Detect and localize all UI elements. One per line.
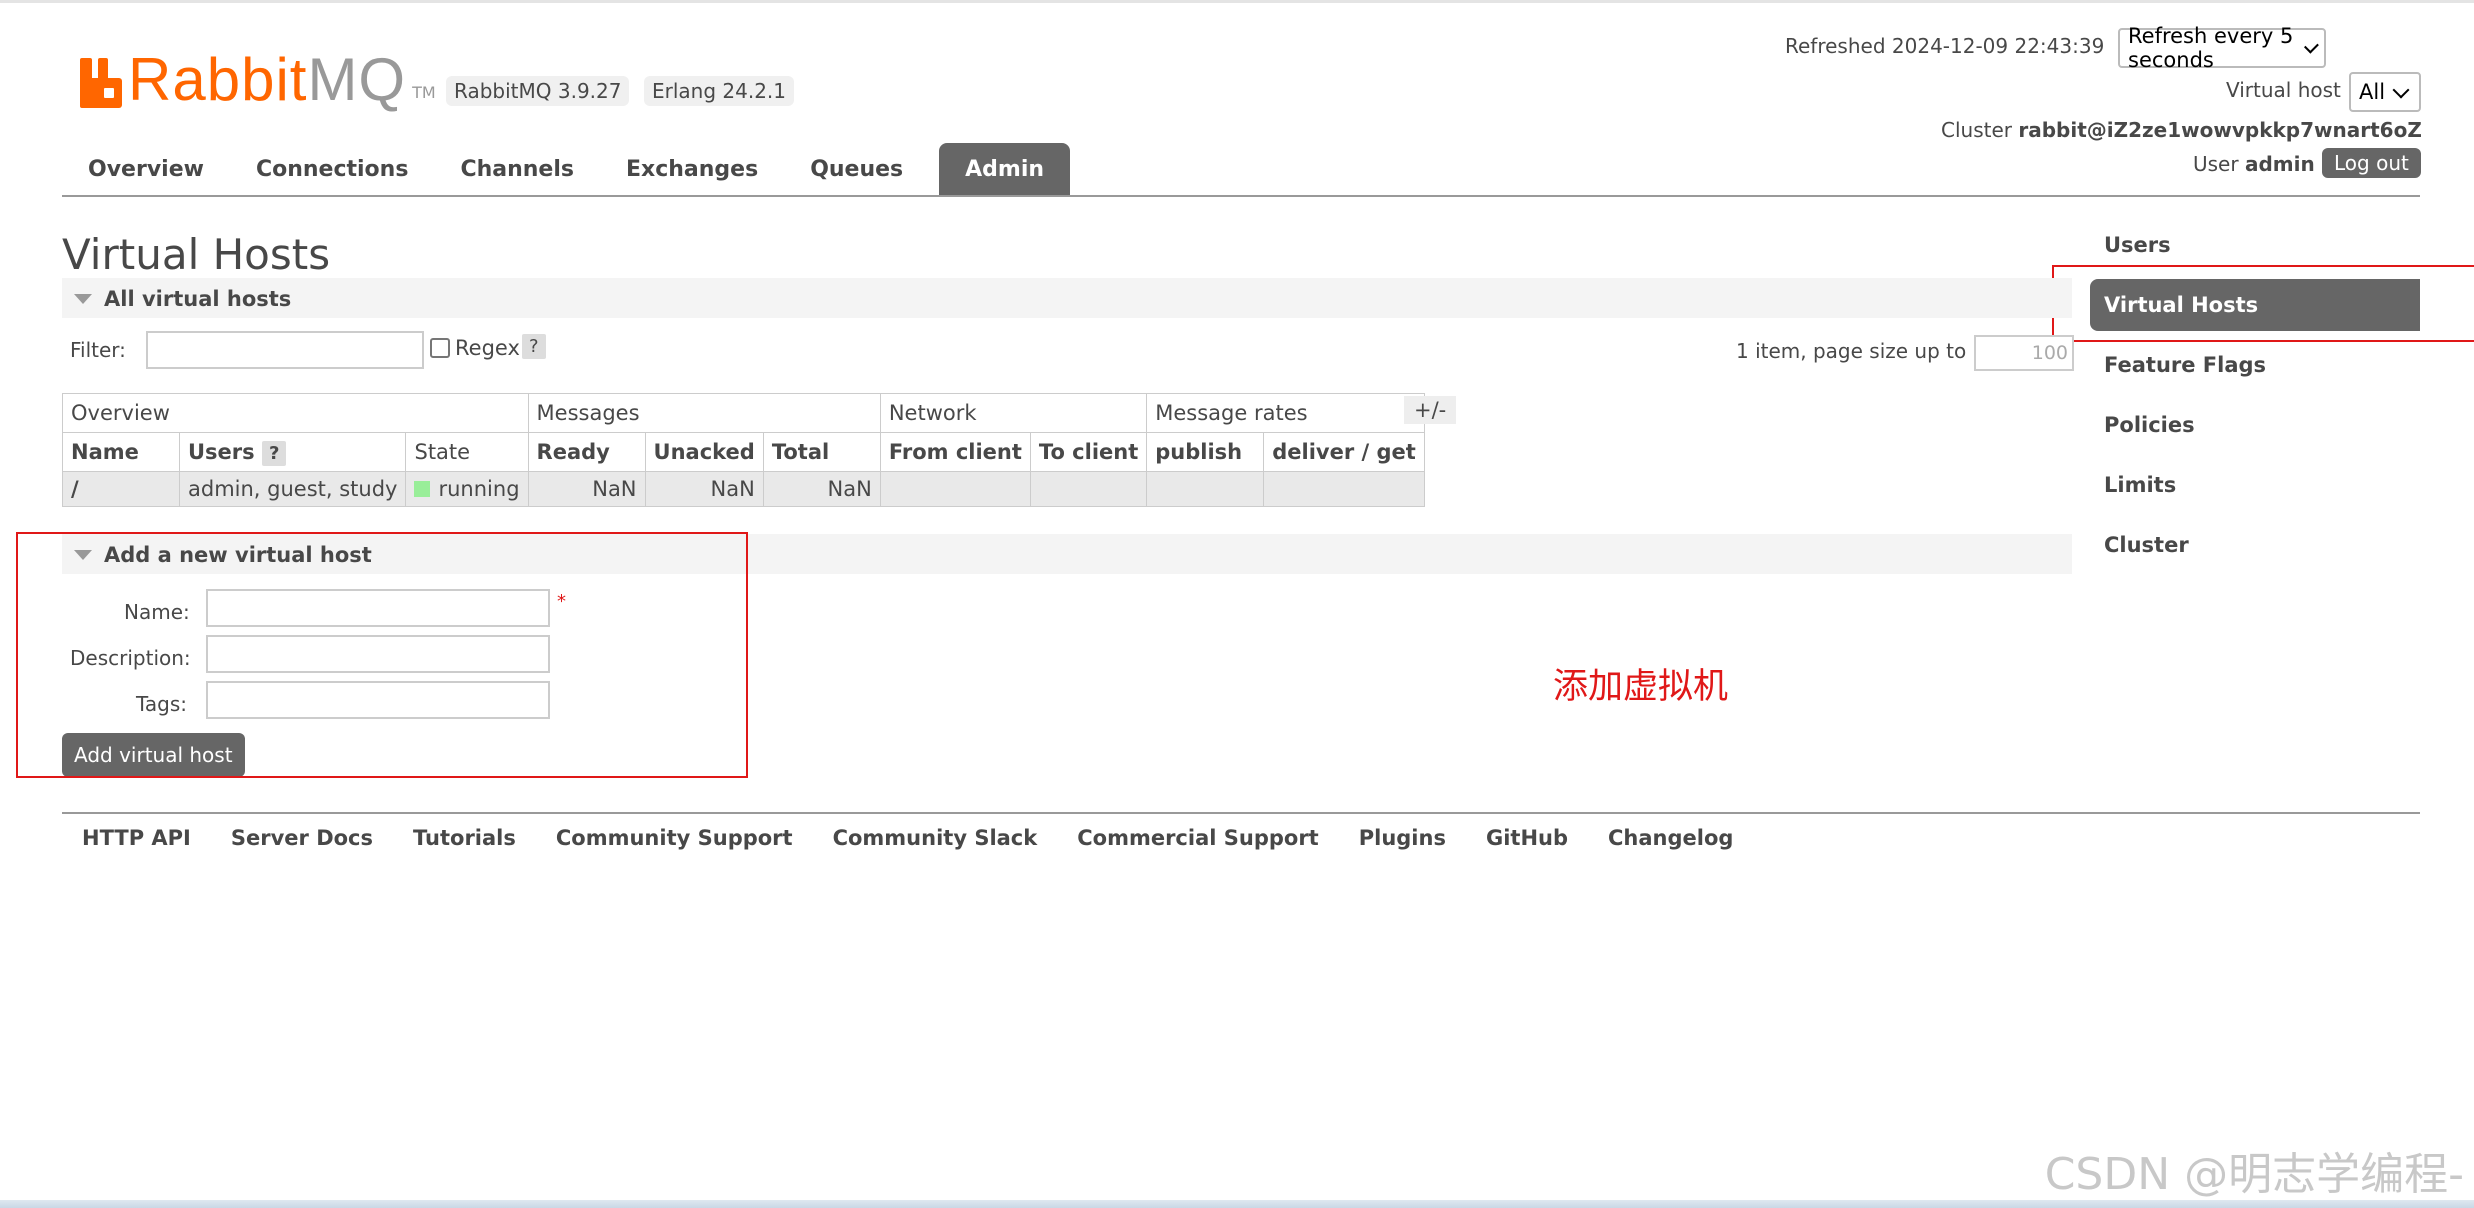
chevron-down-icon bbox=[2392, 81, 2410, 98]
tab-exchanges[interactable]: Exchanges bbox=[600, 143, 784, 197]
group-message-rates: Message rates bbox=[1146, 393, 1425, 433]
col-to-client[interactable]: To client bbox=[1029, 432, 1148, 472]
regex-checkbox[interactable] bbox=[430, 338, 450, 358]
user-info: User admin bbox=[2193, 152, 2315, 176]
tabs-divider bbox=[62, 195, 2420, 197]
logout-button[interactable]: Log out bbox=[2322, 148, 2421, 178]
tab-queues[interactable]: Queues bbox=[784, 143, 929, 197]
tab-connections[interactable]: Connections bbox=[230, 143, 434, 197]
group-network: Network bbox=[879, 393, 1148, 433]
sidebar-item-users[interactable]: Users bbox=[2104, 233, 2171, 257]
col-deliver-get[interactable]: deliver / get bbox=[1263, 432, 1425, 472]
filter-label: Filter: bbox=[70, 338, 126, 362]
page-size-input[interactable]: 100 bbox=[1974, 335, 2074, 371]
group-overview: Overview bbox=[62, 393, 529, 433]
vhost-to-client bbox=[1029, 471, 1148, 507]
virtual-host-select[interactable]: All bbox=[2349, 72, 2421, 112]
vhost-deliver-get bbox=[1263, 471, 1425, 507]
footer-link-plugins[interactable]: Plugins bbox=[1339, 826, 1466, 850]
logo-wordmark: RabbitMQ bbox=[128, 46, 407, 113]
filter-input[interactable] bbox=[146, 331, 424, 369]
footer-link-community-support[interactable]: Community Support bbox=[536, 826, 813, 850]
csdn-watermark: CSDN @明志学编程- bbox=[2044, 1149, 2464, 1200]
rabbitmq-logo[interactable]: RabbitMQ TM bbox=[80, 46, 436, 113]
vhost-publish bbox=[1146, 471, 1265, 507]
annotation-label: 添加虚拟机 bbox=[1553, 667, 1729, 707]
paging-info: 1 item, page size up to bbox=[1736, 339, 1967, 363]
col-publish[interactable]: publish bbox=[1146, 432, 1265, 472]
footer-divider bbox=[62, 812, 2420, 814]
collapse-triangle-icon bbox=[74, 294, 92, 304]
sidebar-item-policies[interactable]: Policies bbox=[2104, 413, 2195, 437]
col-name[interactable]: Name bbox=[62, 432, 180, 472]
col-unacked[interactable]: Unacked bbox=[644, 432, 764, 472]
tab-overview[interactable]: Overview bbox=[62, 143, 230, 197]
page-title: Virtual Hosts bbox=[62, 230, 331, 279]
running-status-icon bbox=[414, 481, 431, 497]
footer-link-github[interactable]: GitHub bbox=[1466, 826, 1588, 850]
regex-label: Regex bbox=[455, 336, 520, 360]
virtual-host-label: Virtual host bbox=[2226, 78, 2341, 102]
erlang-version-badge: Erlang 24.2.1 bbox=[644, 76, 795, 106]
tab-admin[interactable]: Admin bbox=[939, 143, 1071, 197]
refreshed-status: Refreshed 2024-12-09 22:43:39 bbox=[1785, 34, 2105, 58]
top-border bbox=[0, 0, 2474, 3]
vhost-users: admin, guest, study bbox=[178, 471, 407, 507]
col-state[interactable]: State bbox=[405, 432, 529, 472]
rabbitmq-logo-icon bbox=[80, 58, 122, 108]
col-ready[interactable]: Ready bbox=[527, 432, 646, 472]
refresh-interval-select[interactable]: Refresh every 5 seconds bbox=[2118, 24, 2326, 72]
footer-links: HTTP API Server Docs Tutorials Community… bbox=[62, 826, 1753, 850]
sidebar-item-feature-flags[interactable]: Feature Flags bbox=[2104, 353, 2266, 377]
users-help-icon[interactable]: ? bbox=[261, 441, 287, 466]
highlight-box-add-form bbox=[16, 532, 748, 778]
column-toggle-button[interactable]: +/- bbox=[1404, 396, 1457, 424]
vhost-unacked: NaN bbox=[644, 471, 764, 507]
footer-link-server-docs[interactable]: Server Docs bbox=[211, 826, 393, 850]
footer-link-community-slack[interactable]: Community Slack bbox=[813, 826, 1058, 850]
sidebar-item-cluster[interactable]: Cluster bbox=[2104, 533, 2189, 557]
vhost-ready: NaN bbox=[527, 471, 646, 507]
window-bottom-edge bbox=[0, 1200, 2474, 1208]
footer-link-commercial-support[interactable]: Commercial Support bbox=[1057, 826, 1339, 850]
vhost-name-link[interactable]: / bbox=[62, 471, 180, 507]
footer-link-http-api[interactable]: HTTP API bbox=[62, 826, 211, 850]
table-row[interactable]: / admin, guest, study running NaN NaN Na… bbox=[62, 471, 1425, 507]
col-users[interactable]: Users ? bbox=[178, 432, 407, 472]
group-messages: Messages bbox=[527, 393, 881, 433]
vhost-total: NaN bbox=[762, 471, 881, 507]
footer-link-tutorials[interactable]: Tutorials bbox=[393, 826, 536, 850]
col-from-client[interactable]: From client bbox=[879, 432, 1031, 472]
vhost-state: running bbox=[405, 471, 529, 507]
footer-link-changelog[interactable]: Changelog bbox=[1588, 826, 1753, 850]
tab-channels[interactable]: Channels bbox=[434, 143, 600, 197]
virtual-hosts-table: Overview Messages Network Message rates … bbox=[62, 393, 1425, 507]
regex-help-icon[interactable]: ? bbox=[522, 334, 546, 359]
all-vhosts-section-header[interactable]: All virtual hosts bbox=[62, 278, 2072, 318]
main-nav-tabs: Overview Connections Channels Exchanges … bbox=[62, 143, 1071, 197]
cluster-info: Cluster rabbit@iZ2ze1wowvpkkp7wnart6oZ bbox=[1941, 118, 2422, 142]
rabbitmq-version-badge: RabbitMQ 3.9.27 bbox=[446, 76, 630, 106]
col-total[interactable]: Total bbox=[762, 432, 881, 472]
vhost-from-client bbox=[879, 471, 1031, 507]
logo-trademark: TM bbox=[412, 83, 436, 102]
chevron-down-icon bbox=[2304, 38, 2319, 53]
highlight-box-sidebar bbox=[2052, 265, 2474, 342]
sidebar-item-limits[interactable]: Limits bbox=[2104, 473, 2176, 497]
